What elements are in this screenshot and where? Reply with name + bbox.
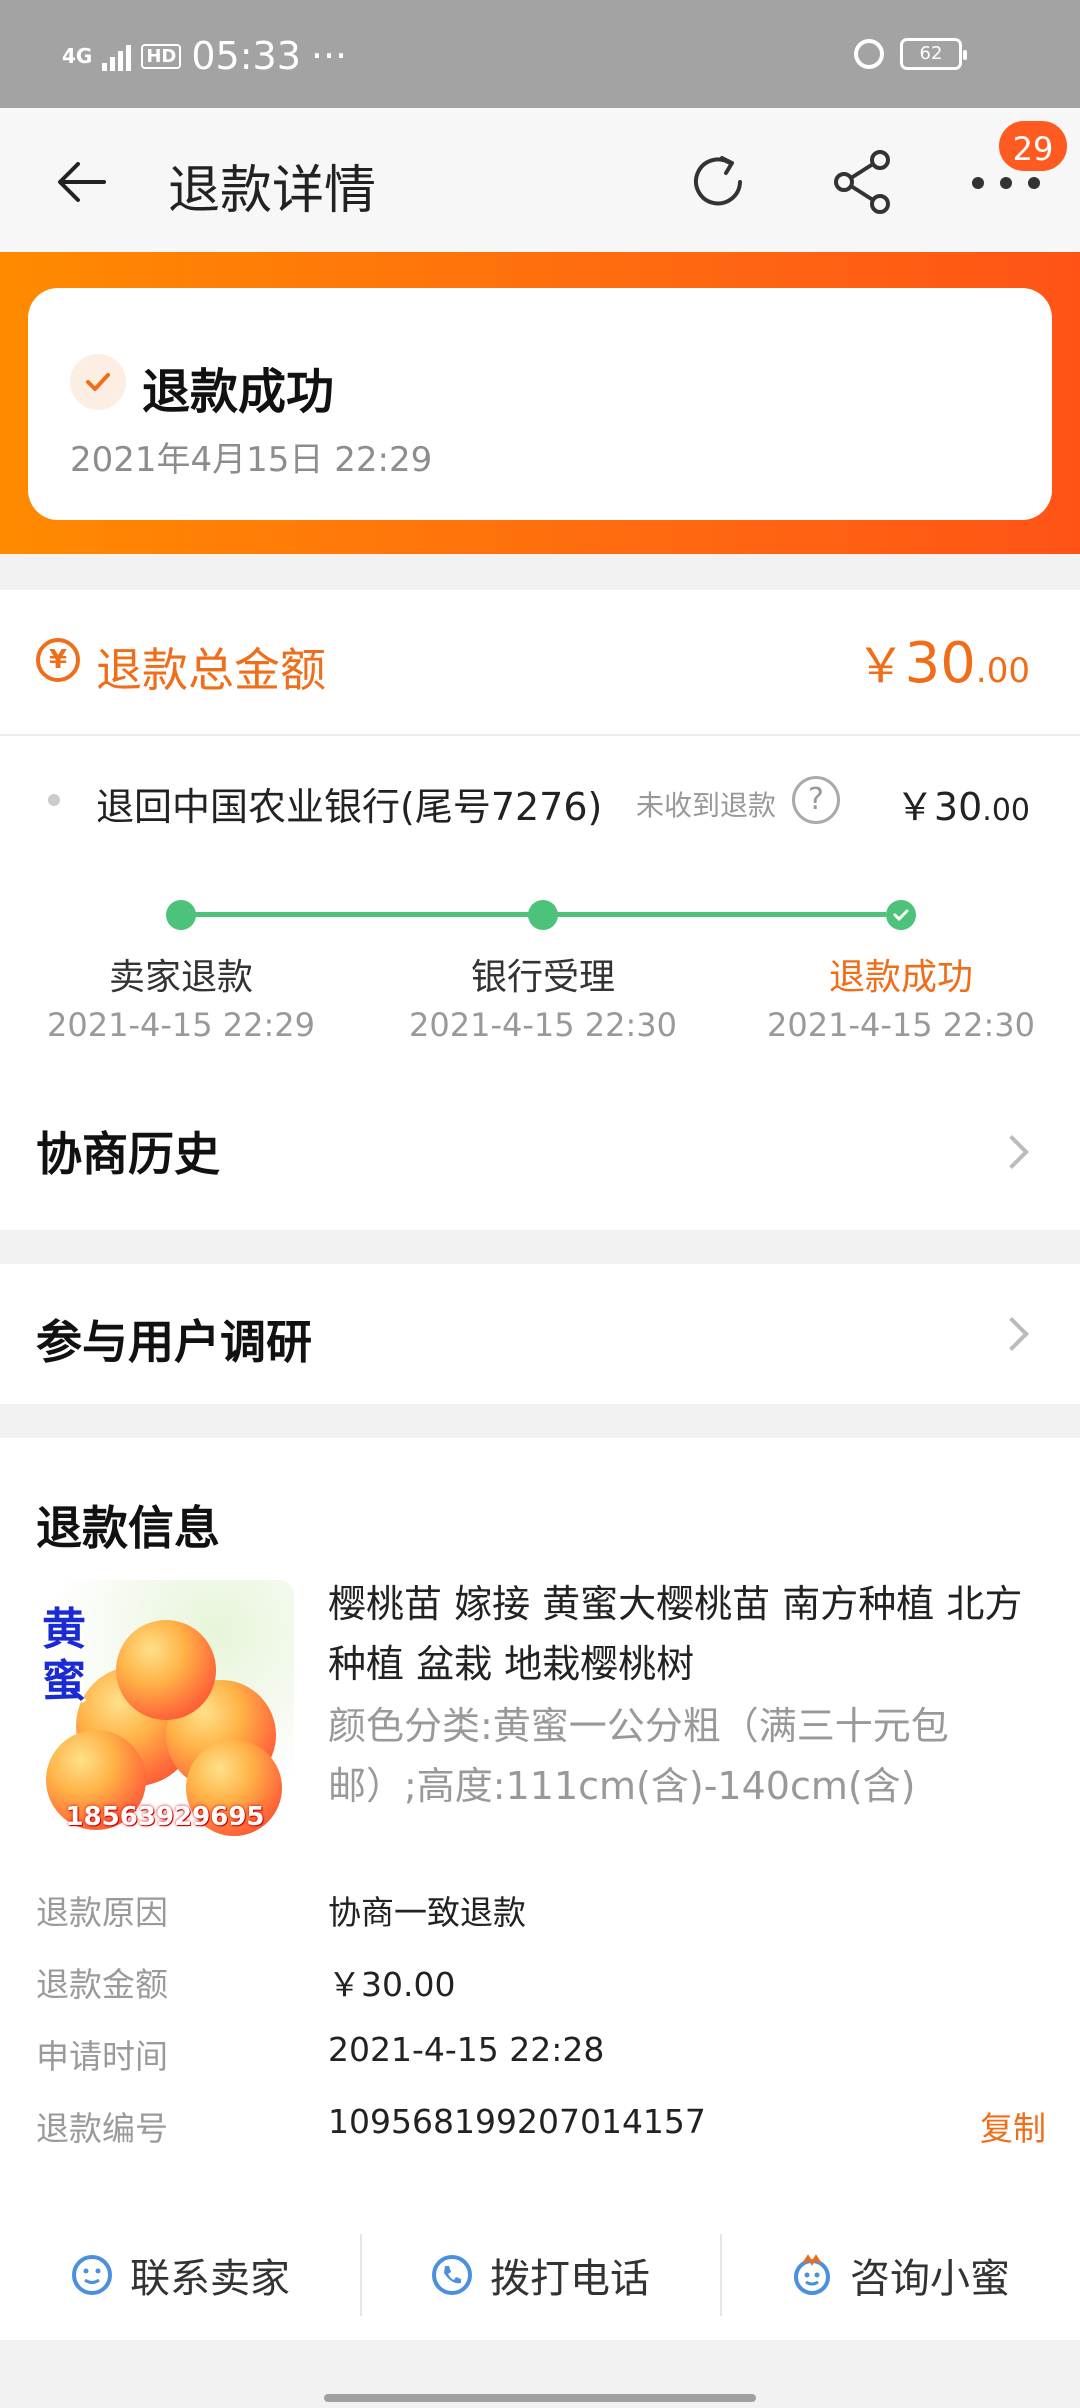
not-received-link[interactable]: 未收到退款 xyxy=(636,784,776,824)
status-left: 4G HD 05:33 ··· xyxy=(62,34,347,78)
share-icon[interactable] xyxy=(830,148,898,216)
status-right: 62 xyxy=(854,38,967,70)
cherry-image xyxy=(116,1620,216,1720)
signal-icon xyxy=(102,41,132,71)
network-type: 4G xyxy=(62,44,93,68)
progress-dot xyxy=(528,900,558,930)
bank-refund-row: 退回中国农业银行(尾号7276) 未收到退款 ? ￥30.00 xyxy=(0,736,1080,862)
refund-reason-label: 退款原因 xyxy=(36,1893,168,1932)
product-image-text: 黄蜜 xyxy=(42,1604,86,1707)
refund-amount-label: 退款金额 xyxy=(36,1965,168,2004)
refund-total-row: ¥ 退款总金额 ￥30.00 xyxy=(0,590,1080,736)
progress-step-time: 2021-4-15 22:30 xyxy=(767,1006,1035,1044)
progress-dot xyxy=(166,900,196,930)
consult-xiaomi-button[interactable]: 咨询小蜜 xyxy=(720,2210,1080,2340)
progress-step-label: 退款成功 xyxy=(828,957,973,998)
check-icon xyxy=(70,354,126,410)
product-title[interactable]: 樱桃苗 嫁接 黄蜜大樱桃苗 南方种植 北方种植 盆栽 地栽樱桃树 xyxy=(328,1574,1028,1694)
contact-seller-button[interactable]: 联系卖家 xyxy=(0,2210,360,2340)
refund-amount-row: 退款金额 ￥30.00 xyxy=(36,1958,1046,2018)
progress-line xyxy=(194,912,530,917)
product-spec: 颜色分类:黄蜜一公分粗（满三十元包邮）;高度:111cm(含)-140cm(含) xyxy=(328,1704,949,1808)
status-header: 退款成功 2021年4月15日 22:29 xyxy=(0,252,1080,554)
refund-section: ¥ 退款总金额 ￥30.00 退回中国农业银行(尾号7276) 未收到退款 ? … xyxy=(0,590,1080,1230)
home-indicator[interactable] xyxy=(324,2394,756,2402)
currency-symbol: ￥ xyxy=(856,638,905,694)
negotiation-history-title: 协商历史 xyxy=(36,1127,220,1181)
user-survey-row[interactable]: 参与用户调研 xyxy=(0,1264,1080,1404)
amount-integer: 30 xyxy=(933,785,983,829)
apply-time-label: 申请时间 xyxy=(36,2037,168,2076)
refund-reason-value: 协商一致退款 xyxy=(328,1893,526,1932)
chevron-right-icon xyxy=(995,1317,1029,1351)
refund-total-amount: ￥30.00 xyxy=(857,626,1030,696)
nav-bar: 退款详情 29 xyxy=(0,108,1080,252)
amount-decimal: .00 xyxy=(982,793,1030,828)
bank-name: 退回中国农业银行(尾号7276) xyxy=(96,785,603,829)
progress-step-label: 卖家退款 xyxy=(108,957,253,998)
currency-symbol: ￥ xyxy=(895,785,934,829)
user-survey-title: 参与用户调研 xyxy=(36,1315,312,1369)
progress-line xyxy=(556,912,886,917)
copy-button[interactable]: 复制 xyxy=(980,2102,1046,2150)
refund-number-label: 退款编号 xyxy=(36,2109,168,2148)
bottom-actions: 联系卖家 拨打电话 咨询小蜜 xyxy=(0,2210,1080,2340)
back-arrow-icon[interactable] xyxy=(52,152,112,212)
refund-info-section: 退款信息 黄蜜 18563929695 樱桃苗 嫁接 黄蜜大樱桃苗 南方种植 北… xyxy=(0,1438,1080,2340)
refund-reason-row: 退款原因 协商一致退款 xyxy=(36,1886,1046,1946)
refund-status-time: 2021年4月15日 22:29 xyxy=(70,440,433,480)
progress-step-label: 银行受理 xyxy=(470,957,615,998)
apply-time-row: 申请时间 2021-4-15 22:28 xyxy=(36,2030,1046,2090)
refund-status: 退款成功 xyxy=(142,364,335,420)
status-more: ··· xyxy=(310,34,348,78)
hd-icon: HD xyxy=(141,43,182,69)
chat-face-icon xyxy=(72,2255,112,2295)
call-phone-button[interactable]: 拨打电话 xyxy=(360,2210,720,2340)
refund-number-value: 109568199207014157 xyxy=(328,2102,706,2141)
amount-integer: 30 xyxy=(904,631,976,696)
chevron-right-icon xyxy=(995,1135,1029,1169)
status-time: 05:33 xyxy=(191,34,301,78)
progress-check-icon xyxy=(886,900,916,930)
product-image-phone: 18563929695 xyxy=(65,1802,265,1832)
contact-seller-label: 联系卖家 xyxy=(130,2256,290,2302)
battery-icon: 62 xyxy=(900,38,967,70)
product-thumbnail[interactable]: 黄蜜 18563929695 xyxy=(36,1580,294,1838)
refund-progress: 卖家退款 银行受理 退款成功 2021-4-15 22:29 2021-4-15… xyxy=(0,890,1080,1050)
assistant-face-icon xyxy=(794,2254,830,2295)
bullet-dot xyxy=(48,794,60,806)
consult-xiaomi-label: 咨询小蜜 xyxy=(850,2256,1010,2302)
status-bar: 4G HD 05:33 ··· 62 xyxy=(0,0,1080,108)
progress-step-time: 2021-4-15 22:29 xyxy=(47,1006,315,1044)
bank-refund-amount: ￥30.00 xyxy=(896,776,1030,831)
alarm-icon xyxy=(854,39,884,69)
help-icon[interactable]: ? xyxy=(792,776,840,824)
progress-step-time: 2021-4-15 22:30 xyxy=(409,1006,677,1044)
phone-icon xyxy=(432,2255,472,2295)
negotiation-history-row[interactable]: 协商历史 xyxy=(0,1076,1080,1230)
refund-amount-value: ￥30.00 xyxy=(328,1965,456,2004)
refresh-icon[interactable] xyxy=(684,148,752,216)
amount-decimal: .00 xyxy=(975,651,1030,691)
call-phone-label: 拨打电话 xyxy=(490,2256,650,2302)
refund-number-row: 退款编号 109568199207014157 复制 xyxy=(36,2102,1046,2162)
notification-badge: 29 xyxy=(996,118,1070,174)
status-card: 退款成功 2021年4月15日 22:29 xyxy=(28,288,1052,520)
refund-total-label: 退款总金额 xyxy=(96,643,326,697)
apply-time-value: 2021-4-15 22:28 xyxy=(328,2030,605,2069)
yuan-icon: ¥ xyxy=(36,638,80,682)
refund-info-title: 退款信息 xyxy=(36,1501,220,1555)
page-title: 退款详情 xyxy=(168,161,377,221)
